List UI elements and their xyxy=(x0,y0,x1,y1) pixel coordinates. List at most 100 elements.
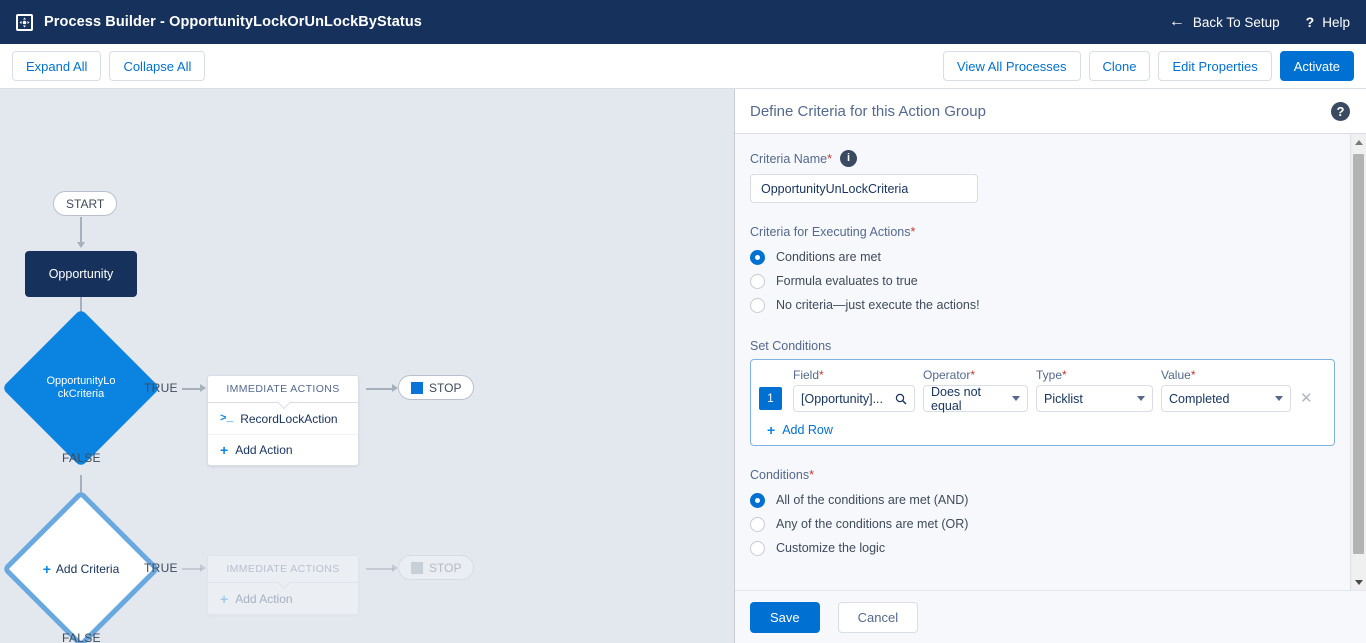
expand-all-button[interactable]: Expand All xyxy=(12,51,102,81)
radio-button[interactable] xyxy=(750,273,765,289)
radio-formula-evaluates-to-true[interactable]: Formula evaluates to true xyxy=(750,269,1336,293)
process-toolbar: Expand All Collapse All View All Process… xyxy=(0,44,1366,89)
top-header-bar: Process Builder - OpportunityLockOrUnLoc… xyxy=(0,0,1366,44)
chevron-down-icon xyxy=(1012,396,1020,401)
branch-label-true-1: TRUE xyxy=(144,381,178,395)
radio-customize-logic[interactable]: Customize the logic xyxy=(750,536,1336,560)
branch-label-false-2: FALSE xyxy=(62,631,101,643)
add-criteria-node[interactable]: + Add Criteria xyxy=(1,489,161,643)
search-icon xyxy=(895,393,907,404)
branch-label-true-2: TRUE xyxy=(144,561,178,575)
set-conditions-section: Set Conditions Field* Operator* Type* Va… xyxy=(750,339,1336,446)
info-circle-icon[interactable]: i xyxy=(839,150,857,167)
radio-button[interactable] xyxy=(750,297,765,313)
condition-row-1: 1 [Opportunity]... Does not equal Pickli… xyxy=(759,385,1324,413)
process-builder-icon xyxy=(16,13,33,31)
add-criteria-label: Add Criteria xyxy=(55,561,120,576)
collapse-all-button[interactable]: Collapse All xyxy=(109,51,206,81)
criteria-label-line1: OpportunityLo xyxy=(46,375,116,387)
arrowhead-icon xyxy=(200,384,206,392)
arrow-left-icon: ← xyxy=(1168,13,1185,30)
close-icon[interactable]: ✕ xyxy=(1300,391,1313,406)
start-node[interactable]: START xyxy=(53,191,118,216)
edit-properties-button[interactable]: Edit Properties xyxy=(1158,51,1272,81)
cancel-button[interactable]: Cancel xyxy=(837,601,919,633)
conditions-table-header: Field* Operator* Type* Value* xyxy=(759,368,1324,382)
add-action-label: Add Action xyxy=(235,591,293,606)
criteria-node-opportunitylockcriteria[interactable]: OpportunityLo ckCriteria xyxy=(1,308,161,468)
action-group-1[interactable]: IMMEDIATE ACTIONS >_ RecordLockAction + … xyxy=(207,375,359,466)
object-node-opportunity[interactable]: Opportunity xyxy=(25,251,137,297)
question-circle-icon[interactable]: ? xyxy=(1331,101,1350,121)
scroll-down-icon[interactable] xyxy=(1351,574,1366,590)
criteria-node-label: OpportunityLo ckCriteria xyxy=(25,332,137,444)
criteria-name-label: Criteria Name* xyxy=(750,151,832,166)
back-to-setup-button[interactable]: ← Back To Setup xyxy=(1169,14,1280,30)
connector-actiongroup1-to-stop xyxy=(366,388,394,390)
connector-true2 xyxy=(182,568,202,570)
scrollbar-thumb[interactable] xyxy=(1353,154,1364,554)
top-header-actions: ← Back To Setup ? Help xyxy=(1169,14,1350,31)
process-canvas[interactable]: START Opportunity OpportunityLo ckCriteri… xyxy=(0,89,735,643)
required-asterisk: * xyxy=(809,468,814,482)
column-header-operator: Operator* xyxy=(923,368,976,382)
action-item-label: RecordLockAction xyxy=(240,411,338,426)
panel-title: Define Criteria for this Action Group xyxy=(750,102,986,120)
stop-node-2[interactable]: STOP xyxy=(398,555,475,580)
criteria-exec-label: Criteria for Executing Actions* xyxy=(750,225,916,239)
add-criteria-label-wrap: + Add Criteria xyxy=(25,513,137,625)
radio-any-conditions-or[interactable]: Any of the conditions are met (OR) xyxy=(750,512,1336,536)
criteria-name-input[interactable] xyxy=(750,174,978,203)
branch-label-false-1: FALSE xyxy=(62,451,101,465)
radio-conditions-are-met[interactable]: Conditions are met xyxy=(750,245,1336,269)
radio-button[interactable] xyxy=(750,249,765,265)
stop-node-1[interactable]: STOP xyxy=(398,375,475,400)
save-button[interactable]: Save xyxy=(750,601,820,633)
radio-button[interactable] xyxy=(750,492,765,508)
column-header-type: Type* xyxy=(1036,368,1067,382)
criteria-exec-section: Criteria for Executing Actions* Conditio… xyxy=(750,225,1336,317)
operator-select[interactable]: Does not equal xyxy=(923,385,1028,413)
connector-true1 xyxy=(182,388,202,390)
connector-actiongroup2-to-stop xyxy=(366,568,394,570)
value-value: Completed xyxy=(1169,391,1230,406)
value-select[interactable]: Completed xyxy=(1161,385,1291,412)
add-row-button[interactable]: + Add Row xyxy=(767,423,1324,437)
panel-footer: Save Cancel xyxy=(735,590,1366,643)
radio-label: Conditions are met xyxy=(776,250,881,264)
radio-all-conditions-and[interactable]: All of the conditions are met (AND) xyxy=(750,488,1336,512)
radio-button[interactable] xyxy=(750,540,765,556)
field-lookup-value: [Opportunity]... xyxy=(801,391,883,406)
clone-button[interactable]: Clone xyxy=(1088,51,1151,81)
help-button[interactable]: ? Help xyxy=(1306,14,1350,30)
criteria-name-label-row: Criteria Name* i xyxy=(750,150,1336,167)
radio-no-criteria[interactable]: No criteria—just execute the actions! xyxy=(750,293,1336,317)
radio-button[interactable] xyxy=(750,516,765,532)
chevron-down-icon xyxy=(1275,396,1283,401)
apex-console-icon: >_ xyxy=(220,412,234,425)
field-lookup-input[interactable]: [Opportunity]... xyxy=(793,385,915,412)
stop-label: STOP xyxy=(429,380,462,395)
radio-label: Formula evaluates to true xyxy=(776,274,918,288)
panel-scrollbar[interactable] xyxy=(1350,134,1366,590)
add-action-button-1[interactable]: + Add Action xyxy=(208,434,358,465)
chevron-down-icon xyxy=(1137,396,1145,401)
page-title: Process Builder - OpportunityLockOrUnLoc… xyxy=(44,14,422,30)
conditions-table: Field* Operator* Type* Value* 1 [Opportu… xyxy=(750,359,1335,446)
plus-icon: + xyxy=(220,442,229,458)
radio-label: Any of the conditions are met (OR) xyxy=(776,517,969,531)
help-label: Help xyxy=(1322,14,1350,30)
toolbar-right-group: View All Processes Clone Edit Properties… xyxy=(942,51,1354,81)
view-all-processes-button[interactable]: View All Processes xyxy=(942,51,1081,81)
panel-header: Define Criteria for this Action Group ? xyxy=(735,89,1366,134)
type-value: Picklist xyxy=(1044,391,1083,406)
action-group-2[interactable]: IMMEDIATE ACTIONS + Add Action xyxy=(207,555,359,615)
set-conditions-label: Set Conditions xyxy=(750,339,832,353)
scroll-up-icon[interactable] xyxy=(1351,134,1366,150)
type-select[interactable]: Picklist xyxy=(1036,385,1153,412)
activate-button[interactable]: Activate xyxy=(1279,51,1354,81)
plus-icon: + xyxy=(220,590,229,607)
action-group-1-header: IMMEDIATE ACTIONS xyxy=(208,376,358,403)
add-row-label: Add Row xyxy=(782,423,833,437)
required-asterisk: * xyxy=(910,225,916,239)
